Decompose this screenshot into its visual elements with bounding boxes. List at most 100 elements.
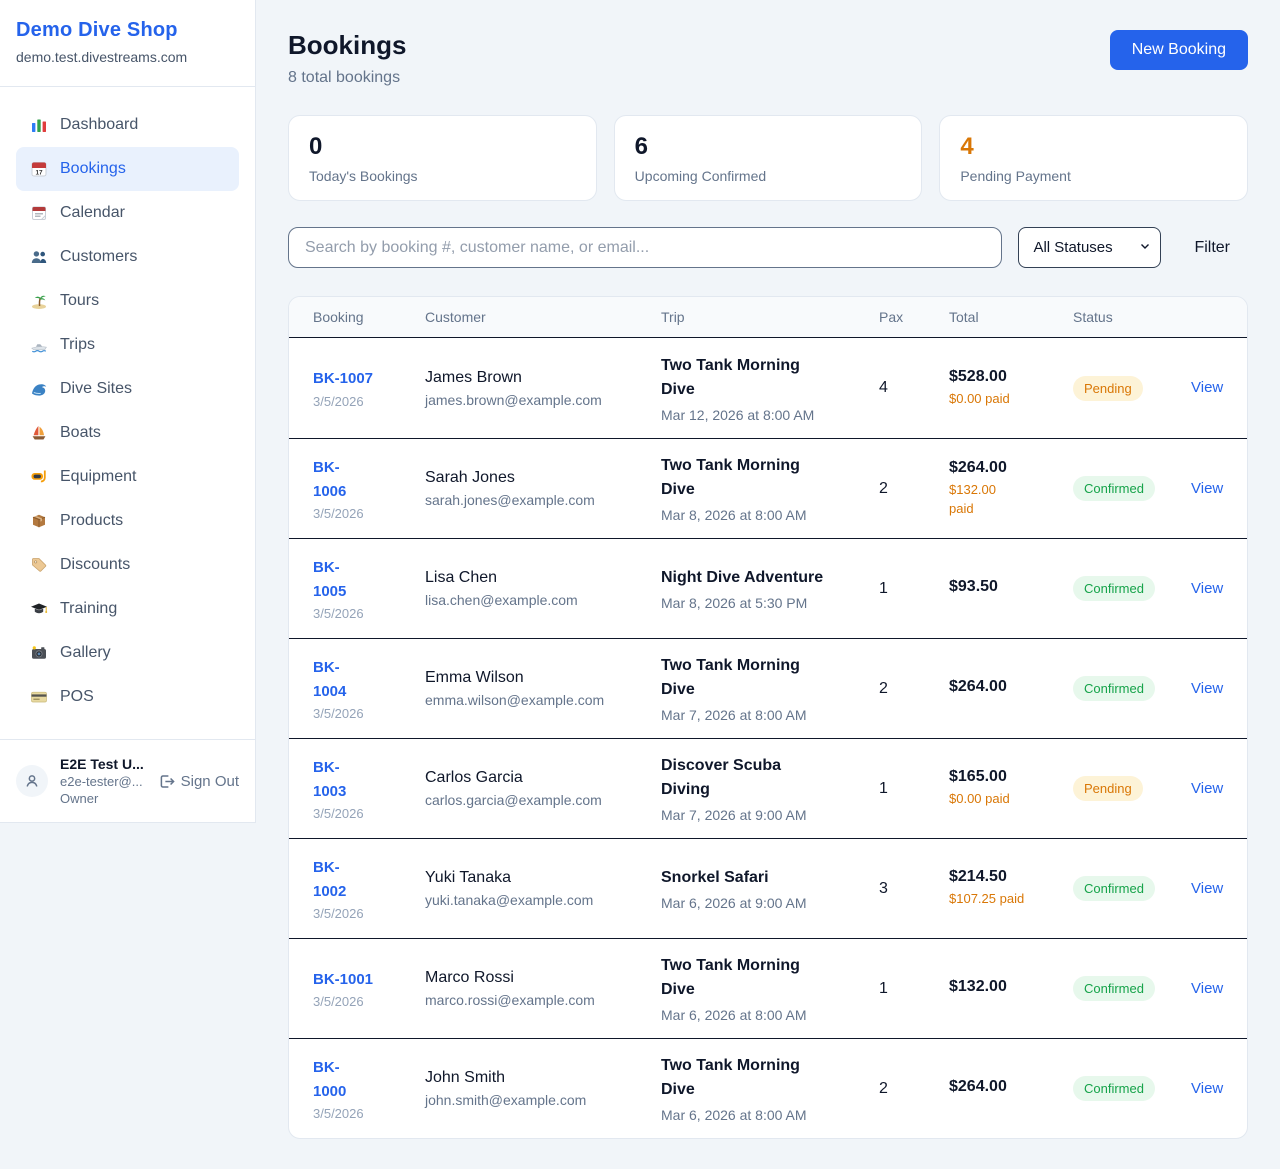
booking-link[interactable]: BK- 1003	[313, 759, 346, 799]
sidebar-item-label: Products	[60, 512, 123, 530]
filter-button[interactable]: Filter	[1194, 239, 1230, 257]
view-link[interactable]: View	[1191, 580, 1223, 597]
stat-cards: 0 Today's Bookings 6 Upcoming Confirmed …	[288, 115, 1248, 201]
view-link[interactable]: View	[1191, 379, 1223, 396]
sidebar: Demo Dive Shop demo.test.divestreams.com…	[0, 0, 256, 823]
customer-name: Lisa Chen	[425, 569, 651, 587]
sidebar-item-customers[interactable]: Customers	[16, 235, 239, 279]
view-link[interactable]: View	[1191, 780, 1223, 797]
trip-datetime: Mar 6, 2026 at 8:00 AM	[661, 1107, 869, 1123]
table-header-row: Booking Customer Trip Pax Total Status	[289, 297, 1247, 338]
trip-name: Night Dive Adventure	[661, 566, 869, 590]
sidebar-item-training[interactable]: Training	[16, 587, 239, 631]
customer-email: yuki.tanaka@example.com	[425, 892, 651, 908]
person-icon	[22, 771, 42, 791]
booking-link[interactable]: BK- 1005	[313, 559, 346, 599]
sidebar-item-calendar[interactable]: Calendar	[16, 191, 239, 235]
sidebar-item-trips[interactable]: Trips	[16, 323, 239, 367]
customer-name: Emma Wilson	[425, 669, 651, 687]
col-header-customer: Customer	[425, 297, 661, 337]
booking-link[interactable]: BK- 1000	[313, 1059, 346, 1099]
sidebar-item-dive-sites[interactable]: Dive Sites	[16, 367, 239, 411]
pax-count: 1	[879, 980, 949, 998]
pax-count: 2	[879, 480, 949, 498]
sidebar-header: Demo Dive Shop demo.test.divestreams.com	[0, 0, 255, 87]
booking-date: 3/5/2026	[313, 706, 415, 721]
filter-toolbar: All Statuses Filter	[288, 227, 1248, 268]
sidebar-item-bookings[interactable]: 17 Bookings	[16, 147, 239, 191]
pax-count: 2	[879, 680, 949, 698]
pax-count: 2	[879, 1080, 949, 1098]
booking-date: 3/5/2026	[313, 606, 415, 621]
sidebar-item-boats[interactable]: Boats	[16, 411, 239, 455]
view-link[interactable]: View	[1191, 880, 1223, 897]
sidebar-item-label: Training	[60, 600, 117, 618]
trip-name: Discover Scuba Diving	[661, 754, 869, 802]
customer-name: Marco Rossi	[425, 969, 651, 987]
sidebar-item-discounts[interactable]: Discounts	[16, 543, 239, 587]
total-amount: $528.00	[949, 368, 1063, 386]
trip-datetime: Mar 8, 2026 at 5:30 PM	[661, 595, 869, 611]
trip-datetime: Mar 8, 2026 at 8:00 AM	[661, 507, 869, 523]
sidebar-item-label: Equipment	[60, 468, 137, 486]
wave-icon	[30, 380, 48, 398]
customer-email: lisa.chen@example.com	[425, 592, 651, 608]
booking-link[interactable]: BK- 1002	[313, 859, 346, 899]
booking-link[interactable]: BK-1007	[313, 370, 373, 387]
table-row: BK-1001 3/5/2026 Marco Rossi marco.rossi…	[289, 938, 1247, 1038]
status-badge: Confirmed	[1073, 1076, 1155, 1101]
booking-date: 3/5/2026	[313, 506, 415, 521]
sidebar-item-label: Discounts	[60, 556, 130, 574]
trip-datetime: Mar 7, 2026 at 8:00 AM	[661, 707, 869, 723]
pax-count: 4	[879, 379, 949, 397]
shop-domain: demo.test.divestreams.com	[16, 49, 239, 65]
status-select[interactable]: All Statuses	[1018, 227, 1161, 268]
booking-link[interactable]: BK- 1006	[313, 459, 346, 499]
trip-name: Two Tank Morning Dive	[661, 654, 869, 702]
user-email: e2e-tester@...	[60, 774, 144, 789]
search-input[interactable]	[288, 227, 1002, 268]
sidebar-item-pos[interactable]: POS	[16, 675, 239, 719]
bookings-page: Demo Dive Shop demo.test.divestreams.com…	[0, 0, 1280, 1162]
col-header-pax: Pax	[879, 297, 949, 337]
customer-name: Yuki Tanaka	[425, 869, 651, 887]
status-badge: Confirmed	[1073, 476, 1155, 501]
stat-label: Today's Bookings	[309, 168, 576, 184]
stat-card-todays-bookings: 0 Today's Bookings	[288, 115, 597, 201]
booking-link[interactable]: BK-1001	[313, 971, 373, 988]
sidebar-item-label: Customers	[60, 248, 137, 266]
table-row: BK- 1004 3/5/2026 Emma Wilson emma.wilso…	[289, 638, 1247, 738]
page-header: Bookings 8 total bookings New Booking	[288, 30, 1248, 87]
sidebar-item-label: Dive Sites	[60, 380, 132, 398]
sidebar-item-gallery[interactable]: Gallery	[16, 631, 239, 675]
customer-email: carlos.garcia@example.com	[425, 792, 651, 808]
user-name: E2E Test U...	[60, 756, 144, 772]
sidebar-item-label: POS	[60, 688, 94, 706]
view-link[interactable]: View	[1191, 680, 1223, 697]
sidebar-item-products[interactable]: Products	[16, 499, 239, 543]
sign-out-button[interactable]: Sign Out	[158, 773, 239, 790]
view-link[interactable]: View	[1191, 1080, 1223, 1097]
sidebar-item-dashboard[interactable]: Dashboard	[16, 103, 239, 147]
new-booking-button[interactable]: New Booking	[1110, 30, 1248, 70]
sidebar-item-tours[interactable]: Tours	[16, 279, 239, 323]
status-badge: Pending	[1073, 376, 1143, 401]
total-amount: $264.00	[949, 459, 1063, 477]
shop-name: Demo Dive Shop	[16, 19, 239, 42]
stat-value: 6	[635, 133, 902, 161]
sidebar-item-equipment[interactable]: Equipment	[16, 455, 239, 499]
view-link[interactable]: View	[1191, 980, 1223, 997]
col-header-actions	[1191, 297, 1223, 337]
customer-name: Carlos Garcia	[425, 769, 651, 787]
people-icon	[30, 248, 48, 266]
col-header-booking: Booking	[313, 297, 425, 337]
bar-chart-icon	[30, 116, 48, 134]
booking-link[interactable]: BK- 1004	[313, 659, 346, 699]
customer-email: emma.wilson@example.com	[425, 692, 651, 708]
paid-amount: $132.00 paid	[949, 481, 1063, 519]
view-link[interactable]: View	[1191, 480, 1223, 497]
table-row: BK- 1003 3/5/2026 Carlos Garcia carlos.g…	[289, 738, 1247, 838]
avatar	[16, 765, 48, 797]
customer-name: James Brown	[425, 369, 651, 387]
booking-date: 3/5/2026	[313, 806, 415, 821]
